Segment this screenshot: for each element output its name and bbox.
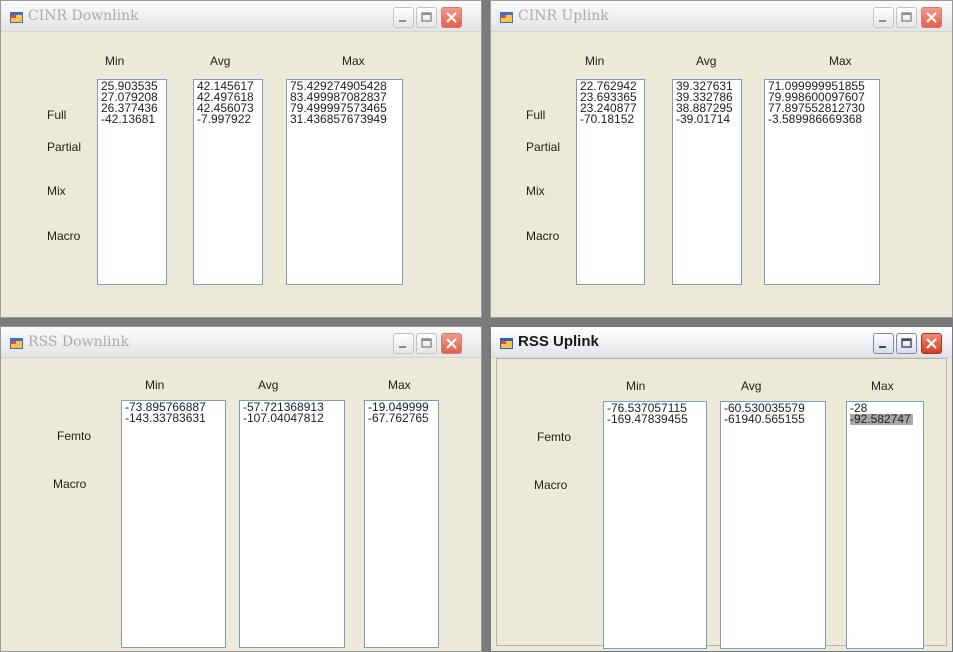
minimize-button[interactable] bbox=[393, 333, 414, 354]
list-item[interactable]: -70.18152 bbox=[580, 113, 644, 125]
window-client: Min Avg Max Femto Macro -76.537057115 -1… bbox=[496, 358, 947, 649]
row-label-full: Full bbox=[526, 108, 546, 122]
max-listbox[interactable]: 71.099999951855 79.998600097607 77.89755… bbox=[764, 79, 880, 285]
row-label-macro: Macro bbox=[526, 229, 560, 243]
row-label-full: Full bbox=[47, 108, 67, 122]
close-button[interactable] bbox=[441, 7, 462, 28]
minimize-icon bbox=[399, 346, 406, 348]
row-label-femto: Femto bbox=[57, 429, 92, 443]
avg-listbox[interactable]: 39.327631 39.332786 38.887295 -39.01714 bbox=[672, 79, 742, 285]
close-button[interactable] bbox=[441, 333, 462, 354]
row-label-femto: Femto bbox=[537, 430, 572, 444]
maximize-button[interactable] bbox=[896, 333, 917, 354]
max-listbox[interactable]: -19.049999 -67.762765 bbox=[364, 400, 439, 648]
list-item[interactable]: -169.47839455 bbox=[607, 413, 706, 425]
minimize-button[interactable] bbox=[873, 333, 894, 354]
title-bar[interactable]: CINR Uplink bbox=[491, 1, 952, 32]
window-app-icon bbox=[10, 336, 23, 349]
minimize-button[interactable] bbox=[873, 7, 894, 28]
window-client: Min Avg Max Femto Macro -73.895766887 -1… bbox=[6, 358, 476, 648]
min-listbox[interactable]: 25.903535 27.079208 26.377436 -42.13681 bbox=[97, 79, 167, 285]
min-listbox[interactable]: 22.762942 23.693365 23.240877 -70.18152 bbox=[576, 79, 645, 285]
maximize-icon bbox=[901, 12, 912, 22]
column-header-avg: Avg bbox=[258, 378, 279, 392]
minimize-button[interactable] bbox=[393, 7, 414, 28]
max-listbox[interactable]: -28 -92.582747 bbox=[846, 401, 924, 649]
window-app-icon bbox=[500, 336, 513, 349]
list-item[interactable]: -107.04047812 bbox=[243, 412, 344, 424]
avg-listbox[interactable]: -60.530035579 -61940.565155 bbox=[720, 401, 826, 649]
row-label-partial: Partial bbox=[47, 140, 82, 154]
column-header-min: Min bbox=[585, 54, 605, 68]
maximize-icon bbox=[901, 338, 912, 348]
column-header-avg: Avg bbox=[741, 379, 762, 393]
window-app-icon bbox=[500, 10, 513, 23]
window-app-icon bbox=[10, 10, 23, 23]
max-listbox[interactable]: 75.429274905428 83.499987082837 79.49999… bbox=[286, 79, 403, 285]
avg-listbox[interactable]: -57.721368913 -107.04047812 bbox=[239, 400, 345, 648]
window-client: Min Avg Max Full Partial Mix Macro 22.76… bbox=[496, 32, 947, 312]
title-bar[interactable]: RSS Downlink bbox=[1, 327, 481, 358]
title-bar[interactable]: CINR Downlink bbox=[1, 1, 481, 32]
column-header-avg: Avg bbox=[210, 54, 231, 68]
column-header-min: Min bbox=[145, 378, 165, 392]
column-header-min: Min bbox=[626, 379, 646, 393]
list-item[interactable]: -39.01714 bbox=[676, 113, 741, 125]
row-label-macro: Macro bbox=[53, 477, 87, 491]
close-icon bbox=[446, 12, 457, 23]
window-title: CINR Downlink bbox=[28, 8, 139, 24]
window-title: RSS Uplink bbox=[518, 333, 599, 350]
list-item-selected[interactable]: -92.582747 bbox=[850, 413, 923, 425]
column-header-avg: Avg bbox=[696, 54, 717, 68]
close-icon bbox=[926, 338, 937, 349]
selected-value[interactable]: -92.582747 bbox=[850, 413, 913, 425]
maximize-icon bbox=[421, 12, 432, 22]
maximize-icon bbox=[421, 338, 432, 348]
row-label-macro: Macro bbox=[47, 229, 81, 243]
close-icon bbox=[446, 338, 457, 349]
minimize-icon bbox=[879, 20, 886, 22]
minimize-icon bbox=[879, 346, 886, 348]
maximize-button[interactable] bbox=[896, 7, 917, 28]
title-bar[interactable]: RSS Uplink bbox=[491, 327, 952, 358]
min-listbox[interactable]: -73.895766887 -143.33783631 bbox=[121, 400, 226, 648]
row-label-partial: Partial bbox=[526, 140, 561, 154]
cinr-downlink-window[interactable]: CINR Downlink Min Avg Max Full Partial M… bbox=[0, 0, 482, 318]
column-header-max: Max bbox=[871, 379, 894, 393]
list-item[interactable]: -143.33783631 bbox=[125, 412, 225, 424]
row-label-mix: Mix bbox=[526, 184, 545, 198]
minimize-icon bbox=[399, 20, 406, 22]
row-label-macro: Macro bbox=[534, 478, 568, 492]
window-title: RSS Downlink bbox=[28, 334, 130, 350]
rss-downlink-window[interactable]: RSS Downlink Min Avg Max Femto Macro -73… bbox=[0, 326, 482, 652]
list-item[interactable]: -3.589986669368 bbox=[768, 113, 879, 125]
window-client: Min Avg Max Full Partial Mix Macro 25.90… bbox=[6, 32, 476, 312]
maximize-button[interactable] bbox=[416, 7, 437, 28]
window-title: CINR Uplink bbox=[518, 8, 609, 24]
row-label-mix: Mix bbox=[47, 184, 66, 198]
list-item[interactable]: 31.436857673949 bbox=[290, 113, 402, 125]
column-header-min: Min bbox=[105, 54, 125, 68]
close-button[interactable] bbox=[921, 333, 942, 354]
list-item[interactable]: -42.13681 bbox=[101, 113, 166, 125]
avg-listbox[interactable]: 42.145617 42.497618 42.456073 -7.997922 bbox=[193, 79, 263, 285]
close-button[interactable] bbox=[921, 7, 942, 28]
close-icon bbox=[926, 12, 937, 23]
rss-uplink-window[interactable]: RSS Uplink Min Avg Max Femto Macro -76.5… bbox=[490, 326, 953, 652]
cinr-uplink-window[interactable]: CINR Uplink Min Avg Max Full Partial Mix… bbox=[490, 0, 953, 318]
maximize-button[interactable] bbox=[416, 333, 437, 354]
list-item[interactable]: -7.997922 bbox=[197, 113, 262, 125]
column-header-max: Max bbox=[829, 54, 852, 68]
column-header-max: Max bbox=[342, 54, 365, 68]
list-item[interactable]: -61940.565155 bbox=[724, 413, 825, 425]
list-item[interactable]: -67.762765 bbox=[368, 412, 438, 424]
column-header-max: Max bbox=[388, 378, 411, 392]
min-listbox[interactable]: -76.537057115 -169.47839455 bbox=[603, 401, 707, 649]
